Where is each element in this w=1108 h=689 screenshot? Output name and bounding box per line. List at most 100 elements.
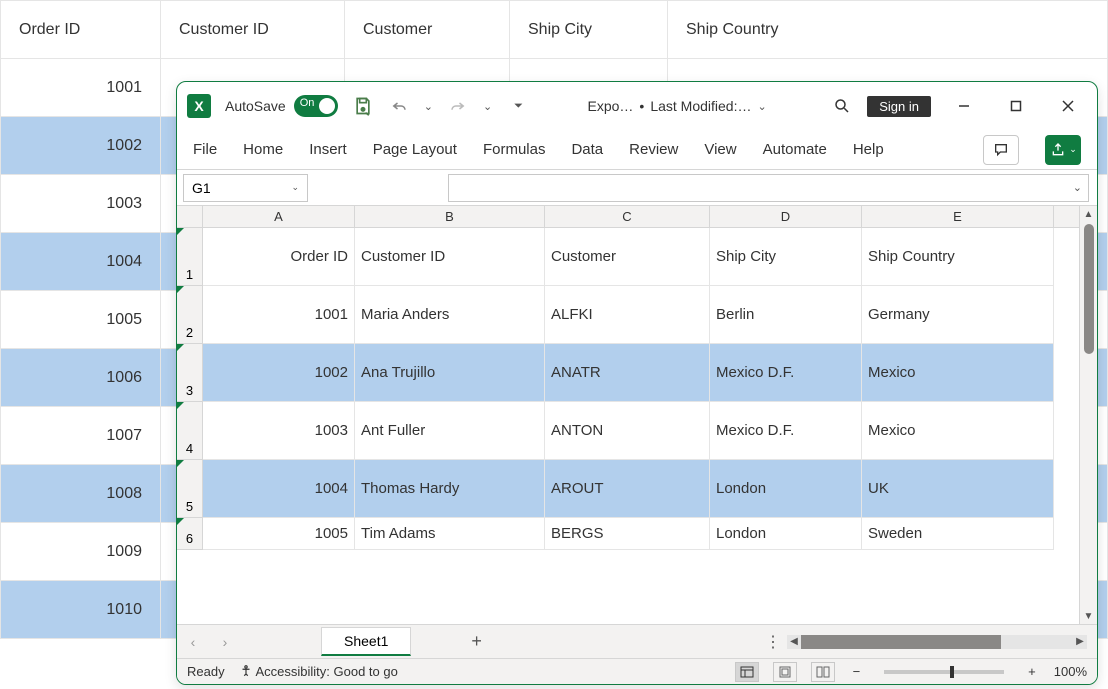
bg-col-shipcity[interactable]: Ship City — [510, 1, 668, 59]
cell[interactable]: Tim Adams — [355, 518, 545, 550]
scroll-right-icon[interactable]: ▶ — [1073, 636, 1087, 647]
redo-icon[interactable] — [447, 95, 469, 117]
search-icon[interactable] — [831, 95, 853, 117]
cell[interactable]: Ship Country — [862, 228, 1054, 286]
view-page-layout-icon[interactable] — [773, 662, 797, 682]
cell[interactable]: Customer — [545, 228, 710, 286]
formula-expand-icon[interactable]: ⌄ — [1073, 181, 1082, 194]
cell[interactable]: ANATR — [545, 344, 710, 402]
cell[interactable]: Thomas Hardy — [355, 460, 545, 518]
scroll-up-icon[interactable]: ▲ — [1080, 206, 1097, 222]
cell[interactable]: Mexico — [862, 402, 1054, 460]
cell[interactable]: Maria Anders — [355, 286, 545, 344]
cell[interactable]: ANTON — [545, 402, 710, 460]
row-header[interactable]: 4 — [177, 402, 203, 460]
view-normal-icon[interactable] — [735, 662, 759, 682]
tab-help[interactable]: Help — [853, 141, 884, 158]
view-page-break-icon[interactable] — [811, 662, 835, 682]
cell[interactable]: Mexico — [862, 344, 1054, 402]
bg-col-shipcountry[interactable]: Ship Country — [668, 1, 1108, 59]
comments-button[interactable] — [983, 135, 1019, 165]
sign-in-button[interactable]: Sign in — [867, 96, 931, 117]
hscroll-thumb[interactable] — [801, 635, 1001, 649]
name-box[interactable]: G1 ⌄ — [183, 174, 308, 202]
add-sheet-button[interactable]: + — [471, 631, 482, 652]
cell[interactable]: Ship City — [710, 228, 862, 286]
zoom-handle[interactable] — [950, 666, 954, 678]
tab-automate[interactable]: Automate — [763, 141, 827, 158]
zoom-in-button[interactable]: + — [1024, 664, 1040, 679]
minimize-button[interactable] — [945, 90, 983, 122]
tab-file[interactable]: File — [193, 141, 217, 158]
maximize-button[interactable] — [997, 90, 1035, 122]
vscroll-thumb[interactable] — [1084, 224, 1094, 354]
cell[interactable]: 1001 — [203, 286, 355, 344]
cell[interactable]: London — [710, 518, 862, 550]
cell[interactable]: BERGS — [545, 518, 710, 550]
vertical-scrollbar[interactable]: ▲ ▼ — [1079, 206, 1097, 624]
row-header[interactable]: 1 — [177, 228, 203, 286]
tab-nav-next-icon[interactable]: › — [213, 630, 237, 654]
tab-options-icon[interactable]: ⋮ — [765, 632, 781, 652]
bg-col-customerid[interactable]: Customer ID — [161, 1, 345, 59]
redo-dropdown-icon[interactable]: ⌄ — [483, 100, 492, 113]
cell[interactable]: 1004 — [203, 460, 355, 518]
cell[interactable]: Mexico D.F. — [710, 344, 862, 402]
cell[interactable]: Germany — [862, 286, 1054, 344]
scroll-left-icon[interactable]: ◀ — [787, 636, 801, 647]
tab-review[interactable]: Review — [629, 141, 678, 158]
autosave-toggle[interactable]: On — [294, 95, 338, 117]
zoom-slider[interactable] — [884, 670, 1004, 674]
tab-nav-prev-icon[interactable]: ‹ — [181, 630, 205, 654]
sheet-tab-active[interactable]: Sheet1 — [321, 627, 411, 656]
cell[interactable]: ALFKI — [545, 286, 710, 344]
scroll-down-icon[interactable]: ▼ — [1080, 608, 1097, 624]
zoom-percent[interactable]: 100% — [1054, 664, 1087, 679]
undo-dropdown-icon[interactable]: ⌄ — [424, 100, 433, 113]
cell[interactable]: Customer ID — [355, 228, 545, 286]
zoom-out-button[interactable]: − — [849, 664, 865, 679]
col-header-e[interactable]: E — [862, 206, 1054, 227]
formula-input[interactable]: ⌄ — [448, 174, 1089, 202]
cell[interactable]: Sweden — [862, 518, 1054, 550]
col-header-b[interactable]: B — [355, 206, 545, 227]
bg-col-orderid[interactable]: Order ID — [1, 1, 161, 59]
horizontal-scrollbar[interactable]: ◀ ▶ — [787, 635, 1087, 649]
select-all-corner[interactable] — [177, 206, 203, 227]
cell[interactable]: 1002 — [203, 344, 355, 402]
save-icon[interactable] — [352, 95, 374, 117]
undo-icon[interactable] — [388, 95, 410, 117]
col-header-a[interactable]: A — [203, 206, 355, 227]
cell[interactable]: UK — [862, 460, 1054, 518]
row-header[interactable]: 2 — [177, 286, 203, 344]
row-header[interactable]: 6 — [177, 518, 203, 550]
cell[interactable]: Mexico D.F. — [710, 402, 862, 460]
cell[interactable]: AROUT — [545, 460, 710, 518]
accessibility-status[interactable]: Accessibility: Good to go — [239, 664, 398, 679]
chevron-down-icon[interactable]: ⌄ — [758, 100, 767, 113]
col-header-c[interactable]: C — [545, 206, 710, 227]
row-header[interactable]: 3 — [177, 344, 203, 402]
bg-col-customer[interactable]: Customer — [345, 1, 510, 59]
col-header-d[interactable]: D — [710, 206, 862, 227]
row-header[interactable]: 5 — [177, 460, 203, 518]
autosave-control[interactable]: AutoSave On — [225, 95, 338, 117]
cell[interactable]: Order ID — [203, 228, 355, 286]
close-button[interactable] — [1049, 90, 1087, 122]
cell[interactable]: 1005 — [203, 518, 355, 550]
share-button[interactable]: ⌄ — [1045, 135, 1081, 165]
cell[interactable]: Ana Trujillo — [355, 344, 545, 402]
name-box-dropdown-icon[interactable]: ⌄ — [291, 182, 299, 193]
tab-data[interactable]: Data — [571, 141, 603, 158]
tab-view[interactable]: View — [704, 141, 736, 158]
document-title[interactable]: Expo… • Last Modified:… ⌄ — [537, 98, 817, 114]
cell[interactable]: Berlin — [710, 286, 862, 344]
tab-home[interactable]: Home — [243, 141, 283, 158]
cell[interactable]: 1003 — [203, 402, 355, 460]
tab-page-layout[interactable]: Page Layout — [373, 141, 457, 158]
qat-overflow-icon[interactable]: ⏷ — [514, 100, 523, 113]
cell[interactable]: London — [710, 460, 862, 518]
tab-insert[interactable]: Insert — [309, 141, 347, 158]
tab-formulas[interactable]: Formulas — [483, 141, 546, 158]
cell[interactable]: Ant Fuller — [355, 402, 545, 460]
